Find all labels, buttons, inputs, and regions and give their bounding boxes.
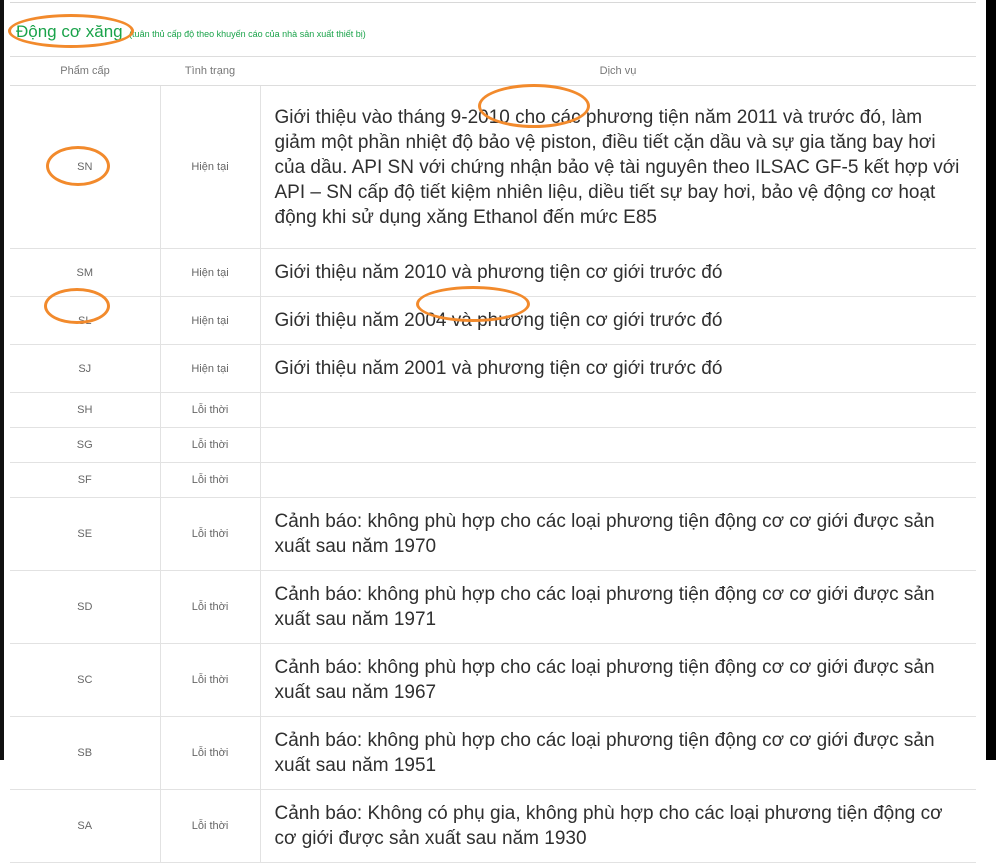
grade-cell: SH — [10, 392, 160, 428]
grade-cell: SL — [10, 296, 160, 345]
grade-cell: SJ — [10, 344, 160, 393]
service-cell: Giới thiệu năm 2010 và phương tiện cơ gi… — [259, 248, 976, 297]
table-row: SM Hiện tại Giới thiệu năm 2010 và phươn… — [10, 248, 976, 297]
service-cell: Cảnh báo: không phù hợp cho các loại phư… — [259, 643, 976, 717]
top-divider — [10, 2, 976, 3]
table-row: SB Lỗi thời Cảnh báo: không phù hợp cho … — [10, 716, 976, 790]
service-cell: Cảnh báo: không phù hợp cho các loại phư… — [259, 570, 976, 644]
right-border — [986, 0, 996, 760]
section-header: Động cơ xăng (tuân thủ cấp độ theo khuyế… — [16, 22, 366, 46]
grade-cell: SC — [10, 643, 160, 717]
status-cell: Hiện tại — [159, 344, 260, 393]
grade-cell: SM — [10, 248, 160, 297]
grade-cell: SB — [10, 716, 160, 790]
status-cell: Lỗi thời — [159, 789, 260, 863]
section-note: (tuân thủ cấp độ theo khuyến cáo của nhà… — [129, 29, 366, 39]
status-cell: Lỗi thời — [159, 427, 260, 463]
grade-cell: SF — [10, 462, 160, 498]
table-row: SG Lỗi thời — [10, 427, 976, 463]
service-cell: Cảnh báo: không phù hợp cho các loại phư… — [259, 497, 976, 571]
status-cell: Hiện tại — [159, 85, 260, 249]
table-row: SE Lỗi thời Cảnh báo: không phù hợp cho … — [10, 497, 976, 571]
status-cell: Hiện tại — [159, 248, 260, 297]
service-cell — [259, 462, 976, 498]
service-cell: Giới thiệu năm 2004 và phương tiện cơ gi… — [259, 296, 976, 345]
table-row: SA Lỗi thời Cảnh báo: Không có phụ gia, … — [10, 789, 976, 863]
document-frame: Động cơ xăng (tuân thủ cấp độ theo khuyế… — [0, 0, 996, 863]
table-row: SL Hiện tại Giới thiệu năm 2004 và phươn… — [10, 296, 976, 345]
column-header-status: Tình trạng — [160, 56, 260, 86]
service-cell: Giới thiệu vào tháng 9-2010 cho các phươ… — [259, 85, 976, 249]
section-title: Động cơ xăng — [16, 22, 123, 41]
service-cell: Giới thiệu năm 2001 và phương tiện cơ gi… — [259, 344, 976, 393]
status-cell: Lỗi thời — [159, 716, 260, 790]
left-border — [0, 0, 4, 760]
status-cell: Lỗi thời — [159, 497, 260, 571]
grade-cell: SA — [10, 789, 160, 863]
table-header-row: Phẩm cấp Tình trạng Dịch vụ — [10, 56, 976, 86]
service-cell: Cảnh báo: Không có phụ gia, không phù hợ… — [259, 789, 976, 863]
grade-cell: SG — [10, 427, 160, 463]
service-cell — [259, 427, 976, 463]
table-row: SN Hiện tại Giới thiệu vào tháng 9-2010 … — [10, 85, 976, 249]
table-row: SC Lỗi thời Cảnh báo: không phù hợp cho … — [10, 643, 976, 717]
table-row: SF Lỗi thời — [10, 462, 976, 498]
grade-cell: SD — [10, 570, 160, 644]
column-header-grade: Phẩm cấp — [10, 56, 160, 86]
service-cell — [259, 392, 976, 428]
status-cell: Lỗi thời — [159, 462, 260, 498]
table-row: SJ Hiện tại Giới thiệu năm 2001 và phươn… — [10, 344, 976, 393]
service-cell: Cảnh báo: không phù hợp cho các loại phư… — [259, 716, 976, 790]
table-row: SD Lỗi thời Cảnh báo: không phù hợp cho … — [10, 570, 976, 644]
grade-cell: SE — [10, 497, 160, 571]
column-header-service: Dịch vụ — [260, 56, 976, 86]
status-cell: Lỗi thời — [159, 643, 260, 717]
oil-grade-table: Phẩm cấp Tình trạng Dịch vụ SN Hiện tại … — [10, 56, 976, 863]
status-cell: Lỗi thời — [159, 570, 260, 644]
status-cell: Lỗi thời — [159, 392, 260, 428]
table-row: SH Lỗi thời — [10, 392, 976, 428]
status-cell: Hiện tại — [159, 296, 260, 345]
grade-cell: SN — [10, 85, 160, 249]
